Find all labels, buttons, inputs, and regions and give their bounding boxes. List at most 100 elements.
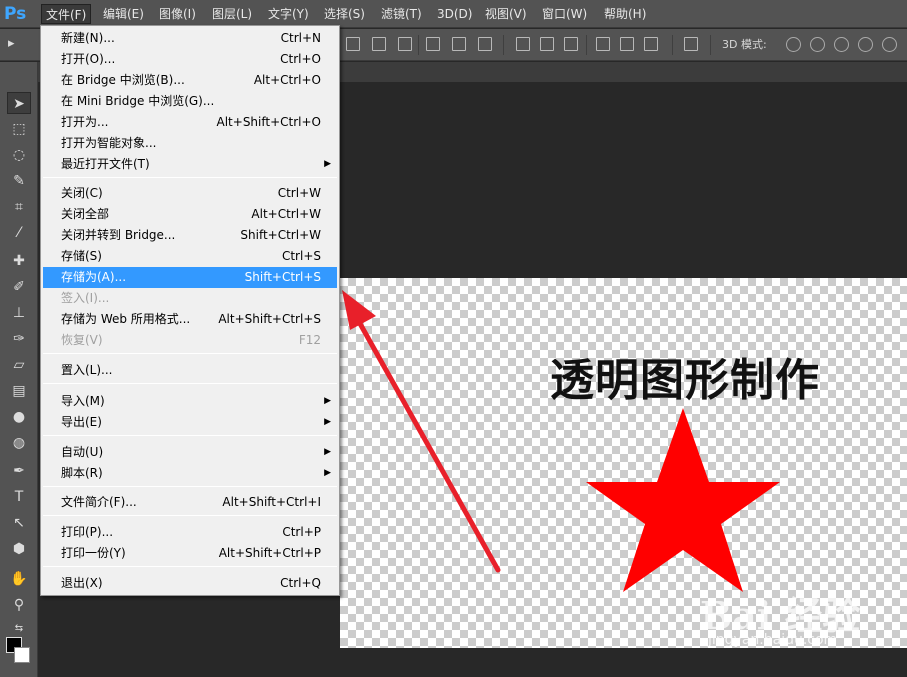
submenu-arrow-icon: ▶	[324, 159, 331, 169]
menu-separator	[43, 486, 337, 487]
submenu-arrow-icon: ▶	[324, 396, 331, 406]
separator	[418, 35, 419, 55]
menu-item-open-smart-object[interactable]: 打开为智能对象...	[43, 133, 337, 154]
menu-item-save-as[interactable]: 存储为(A)... Shift+Ctrl+S	[43, 267, 337, 288]
menu-item-save[interactable]: 存储(S) Ctrl+S	[43, 246, 337, 267]
distribute-top-icon[interactable]	[516, 37, 530, 51]
align-bottom-icon[interactable]	[398, 37, 412, 51]
distribute-left-icon[interactable]	[596, 37, 610, 51]
align-right-icon[interactable]	[478, 37, 492, 51]
menu-help[interactable]: 帮助(H)	[600, 4, 650, 24]
auto-align-icon[interactable]	[684, 37, 698, 51]
history-brush-tool-icon[interactable]: ✑	[7, 328, 31, 350]
3d-mode-label: 3D 模式:	[722, 38, 767, 51]
path-select-tool-icon[interactable]: ↖	[7, 512, 31, 534]
separator	[710, 35, 711, 55]
3d-scale-icon[interactable]	[882, 37, 897, 52]
blur-tool-icon[interactable]: ●	[7, 406, 31, 428]
menu-item-place[interactable]: 置入(L)...	[43, 360, 337, 381]
3d-pan-icon[interactable]	[834, 37, 849, 52]
submenu-arrow-icon: ▶	[324, 447, 331, 457]
menu-item-browse-bridge[interactable]: 在 Bridge 中浏览(B)... Alt+Ctrl+O	[43, 70, 337, 91]
menu-item-export[interactable]: 导出(E) ▶	[43, 412, 337, 433]
menu-item-close-go-bridge[interactable]: 关闭并转到 Bridge... Shift+Ctrl+W	[43, 225, 337, 246]
type-tool-icon[interactable]: T	[7, 486, 31, 508]
move-tool-icon[interactable]: ➤	[7, 92, 31, 114]
photoshop-logo: Ps	[4, 4, 27, 24]
menu-separator	[43, 515, 337, 516]
menu-item-close-all[interactable]: 关闭全部 Alt+Ctrl+W	[43, 204, 337, 225]
red-star-polygon	[586, 408, 780, 592]
menu-item-revert: 恢复(V) F12	[61, 333, 321, 347]
menu-separator	[43, 177, 337, 178]
menu-item-new[interactable]: 新建(N)... Ctrl+N	[43, 28, 337, 49]
stamp-tool-icon[interactable]: ⊥	[7, 302, 31, 324]
menu-item-browse-mini-bridge[interactable]: 在 Mini Bridge 中浏览(G)...	[43, 91, 337, 112]
hand-tool-icon[interactable]: ✋	[7, 568, 31, 590]
menu-item-check-in: 签入(I)...	[61, 291, 110, 305]
align-left-icon[interactable]	[426, 37, 440, 51]
zoom-tool-icon[interactable]: ⚲	[7, 594, 31, 616]
menu-type[interactable]: 文字(Y)	[264, 4, 313, 24]
arrow-shaft	[355, 317, 501, 573]
3d-roll-icon[interactable]	[810, 37, 825, 52]
menu-window[interactable]: 窗口(W)	[538, 4, 591, 24]
background-color-swatch[interactable]	[14, 647, 30, 663]
lasso-tool-icon[interactable]: ◌	[7, 144, 31, 166]
move-tool-option-icon[interactable]: ▸	[8, 37, 22, 51]
baidu-watermark-url: jingyan.baidu.com	[708, 632, 838, 648]
menu-view[interactable]: 视图(V)	[481, 4, 531, 24]
crop-tool-icon[interactable]: ⌗	[7, 196, 31, 218]
gradient-tool-icon[interactable]: ▤	[7, 380, 31, 402]
menu-item-automate[interactable]: 自动(U) ▶	[43, 442, 337, 463]
separator	[503, 35, 504, 55]
align-vcenter-icon[interactable]	[372, 37, 386, 51]
brush-tool-icon[interactable]: ✐	[7, 276, 31, 298]
menu-3d[interactable]: 3D(D)	[433, 4, 476, 24]
eyedropper-tool-icon[interactable]: ⁄	[7, 222, 31, 244]
file-dropdown-menu: 新建(N)... Ctrl+N 打开(O)... Ctrl+O 在 Bridge 中…	[40, 25, 340, 596]
red-star-shape	[586, 408, 780, 592]
quick-select-tool-icon[interactable]: ✎	[7, 170, 31, 192]
canvas-title-text: 透明图形制作	[550, 355, 820, 406]
menu-layer[interactable]: 图层(L)	[208, 4, 256, 24]
menu-separator	[43, 435, 337, 436]
menu-file[interactable]: 文件(F)	[41, 4, 92, 24]
menu-edit[interactable]: 编辑(E)	[99, 4, 148, 24]
eraser-tool-icon[interactable]: ▱	[7, 354, 31, 376]
menu-item-print[interactable]: 打印(P)... Ctrl+P	[43, 522, 337, 543]
menu-item-open[interactable]: 打开(O)... Ctrl+O	[43, 49, 337, 70]
menu-item-file-info[interactable]: 文件简介(F)... Alt+Shift+Ctrl+I	[43, 492, 337, 513]
menu-item-exit[interactable]: 退出(X) Ctrl+Q	[43, 573, 337, 594]
menu-item-save-for-web[interactable]: 存储为 Web 所用格式... Alt+Shift+Ctrl+S	[43, 309, 337, 330]
menu-select[interactable]: 选择(S)	[320, 4, 369, 24]
3d-rotate-icon[interactable]	[786, 37, 801, 52]
distribute-bottom-icon[interactable]	[564, 37, 578, 51]
arrow-head	[342, 290, 376, 330]
menu-bar: Ps 文件(F) 编辑(E) 图像(I) 图层(L) 文字(Y) 选择(S) 滤…	[0, 0, 907, 28]
distribute-hcenter-icon[interactable]	[620, 37, 634, 51]
align-top-icon[interactable]	[346, 37, 360, 51]
align-hcenter-icon[interactable]	[452, 37, 466, 51]
submenu-arrow-icon: ▶	[324, 417, 331, 427]
pen-tool-icon[interactable]: ✒	[7, 460, 31, 482]
menu-item-recent-files[interactable]: 最近打开文件(T) ▶	[43, 154, 337, 175]
tools-panel: ➤ ⬚ ◌ ✎ ⌗ ⁄ ✚ ✐ ⊥ ✑ ▱ ▤ ● ◍ ✒ T ↖ ⬢ ✋ ⚲ …	[0, 62, 38, 677]
menu-item-open-as[interactable]: 打开为... Alt+Shift+Ctrl+O	[43, 112, 337, 133]
red-annotation-arrow	[342, 290, 501, 573]
shape-tool-icon[interactable]: ⬢	[7, 538, 31, 560]
marquee-tool-icon[interactable]: ⬚	[7, 118, 31, 140]
healing-brush-tool-icon[interactable]: ✚	[7, 250, 31, 272]
3d-slide-icon[interactable]	[858, 37, 873, 52]
dodge-tool-icon[interactable]: ◍	[7, 432, 31, 454]
menu-image[interactable]: 图像(I)	[155, 4, 200, 24]
distribute-right-icon[interactable]	[644, 37, 658, 51]
menu-filter[interactable]: 滤镜(T)	[377, 4, 426, 24]
menu-item-close[interactable]: 关闭(C) Ctrl+W	[43, 183, 337, 204]
menu-item-import[interactable]: 导入(M) ▶	[43, 391, 337, 412]
menu-item-scripts[interactable]: 脚本(R) ▶	[43, 463, 337, 484]
menu-item-print-one-copy[interactable]: 打印一份(Y) Alt+Shift+Ctrl+P	[43, 543, 337, 564]
submenu-arrow-icon: ▶	[324, 468, 331, 478]
distribute-vcenter-icon[interactable]	[540, 37, 554, 51]
menu-separator	[43, 383, 337, 384]
